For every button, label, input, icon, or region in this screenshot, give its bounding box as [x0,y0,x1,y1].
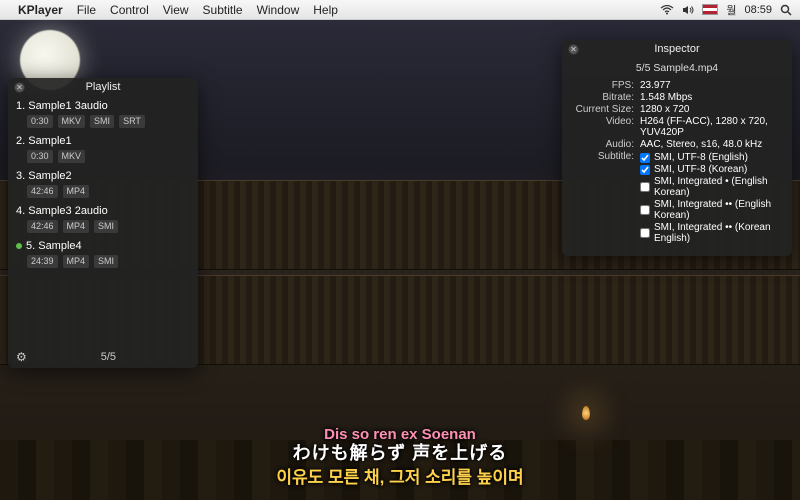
playlist-item[interactable]: 4. Sample3 2audio 42:46MP4SMI [16,203,190,238]
playlist-tag: SRT [118,114,146,129]
audio-value: AAC, Stereo, s16, 48.0 kHz [640,139,782,150]
size-label: Current Size: [572,104,640,115]
playlist-tag: MKV [57,114,87,129]
playlist-tag: 0:30 [26,149,54,164]
menu-control[interactable]: Control [110,3,149,17]
playlist-tag: 24:39 [26,254,59,269]
playlist-title: Playlist [86,81,121,93]
playlist-item[interactable]: 5. Sample4 24:39MP4SMI [16,238,190,273]
subtitle-option-label: SMI, Integrated •• (English Korean) [654,199,782,221]
now-playing-dot-icon [16,243,22,249]
spotlight-icon[interactable] [780,4,792,16]
inspector-panel: ✕ Inspector 5/5 Sample4.mp4 FPS:23.977 B… [562,40,792,256]
subtitle-line-2: わけも解らず 声を上げる [0,439,800,465]
audio-label: Audio: [572,139,640,150]
menu-subtitle[interactable]: Subtitle [203,3,243,17]
playlist-tag: SMI [89,114,115,129]
fps-value: 23.977 [640,80,782,91]
inspector-title: Inspector [654,43,699,55]
volume-icon[interactable] [682,5,694,15]
menu-view[interactable]: View [163,3,189,17]
playlist-panel: ✕ Playlist 1. Sample1 3audio0:30MKVSMISR… [8,78,198,368]
playlist-tag: MKV [57,149,87,164]
subtitle-option[interactable]: SMI, Integrated •• (English Korean) [640,199,782,221]
playlist-item-label: 2. Sample1 [16,135,72,147]
playlist-tag: MP4 [62,219,91,234]
playlist-tag: 42:46 [26,184,59,199]
inspector-header[interactable]: ✕ Inspector [562,40,792,58]
playlist-item-label: 1. Sample1 3audio [16,100,108,112]
menu-window[interactable]: Window [257,3,300,17]
subtitle-option[interactable]: SMI, Integrated • (English Korean) [640,176,782,198]
subtitle-option-label: SMI, UTF-8 (Korean) [654,164,747,175]
video-value: H264 (FF-ACC), 1280 x 720, YUV420P [640,116,782,138]
playlist-tag: 42:46 [26,219,59,234]
candle-graphic [582,406,590,420]
close-icon[interactable]: ✕ [14,82,25,93]
subtitle-label: Subtitle: [572,151,640,245]
clock-day: 월 [726,2,736,18]
playlist-tag: MP4 [62,184,91,199]
subtitle-checkbox[interactable] [640,165,650,175]
subtitle-line-3: 이유도 모른 채, 그저 소리를 높이며 [0,463,800,488]
subtitle-overlay: Dis so ren ex Soenan わけも解らず 声を上げる 이유도 모른… [0,426,800,488]
playlist-tag: SMI [93,254,119,269]
subtitle-option[interactable]: SMI, UTF-8 (English) [640,152,782,163]
menubar: KPlayer File Control View Subtitle Window Hel… [0,0,800,20]
playlist-item-label: 3. Sample2 [16,170,72,182]
app-name[interactable]: KPlayer [18,3,63,17]
playlist-header[interactable]: ✕ Playlist [8,78,198,96]
playlist-item-label: 5. Sample4 [26,240,82,252]
menu-file[interactable]: File [77,3,96,17]
menu-help[interactable]: Help [313,3,338,17]
playlist-item[interactable]: 1. Sample1 3audio 0:30MKVSMISRT [16,98,190,133]
gear-icon[interactable]: ⚙ [16,350,27,364]
bitrate-label: Bitrate: [572,92,640,103]
subtitle-option-label: SMI, Integrated •• (Korean English) [654,222,782,244]
subtitle-checkbox[interactable] [640,228,650,238]
subtitle-option[interactable]: SMI, Integrated •• (Korean English) [640,222,782,244]
size-value: 1280 x 720 [640,104,782,115]
flag-icon[interactable] [702,4,718,15]
playlist-item[interactable]: 3. Sample2 42:46MP4 [16,168,190,203]
inspector-subtitle: 5/5 Sample4.mp4 [572,62,782,74]
subtitle-option-label: SMI, Integrated • (English Korean) [654,176,782,198]
subtitle-checkbox[interactable] [640,205,650,215]
close-icon[interactable]: ✕ [568,44,579,55]
playlist-tag: SMI [93,219,119,234]
playlist-item-label: 4. Sample3 2audio [16,205,108,217]
playlist-counter: 5/5 [27,351,190,363]
subtitle-checkbox[interactable] [640,153,650,163]
subtitle-option[interactable]: SMI, UTF-8 (Korean) [640,164,782,175]
video-label: Video: [572,116,640,138]
fps-label: FPS: [572,80,640,91]
playlist-tag: MP4 [62,254,91,269]
playlist-tag: 0:30 [26,114,54,129]
subtitle-checkbox[interactable] [640,182,650,192]
bitrate-value: 1.548 Mbps [640,92,782,103]
clock-time: 08:59 [744,4,772,16]
playlist-item[interactable]: 2. Sample1 0:30MKV [16,133,190,168]
subtitle-option-label: SMI, UTF-8 (English) [654,152,748,163]
wifi-icon[interactable] [660,5,674,15]
